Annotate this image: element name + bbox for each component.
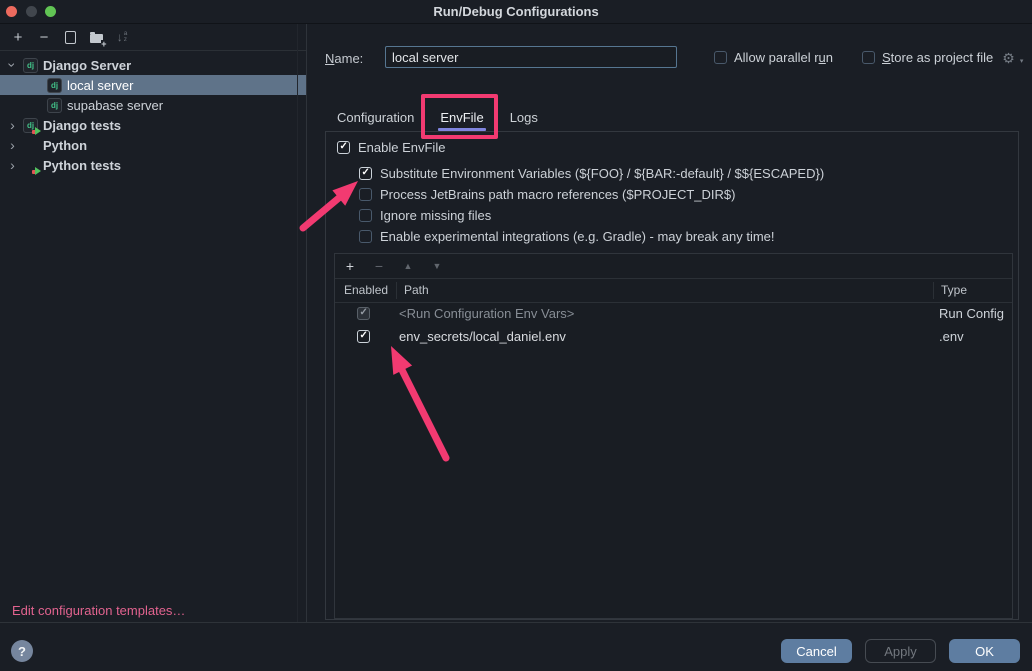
- configurations-tree: › dj Django Server dj local server dj su…: [0, 51, 306, 175]
- remove-configuration-button[interactable]: −: [31, 27, 57, 47]
- configuration-editor: Name: Allow parallel run Store as projec…: [307, 23, 1032, 622]
- gear-caret-icon: ▾: [1020, 57, 1024, 65]
- name-label: Name:: [325, 51, 363, 66]
- zoom-window-button[interactable]: [45, 6, 56, 17]
- tab-logs[interactable]: Logs: [508, 104, 540, 131]
- django-icon: dj: [47, 98, 62, 113]
- window-title: Run/Debug Configurations: [433, 4, 598, 19]
- store-as-project-file-checkbox[interactable]: [862, 51, 875, 64]
- chevron-right-icon[interactable]: ›: [6, 117, 19, 133]
- tree-item-python[interactable]: › Python: [0, 135, 306, 155]
- column-header-enabled: Enabled: [344, 283, 388, 297]
- gear-icon[interactable]: ⚙: [1002, 51, 1015, 65]
- new-folder-icon: +: [90, 34, 103, 43]
- column-header-path: Path: [404, 283, 429, 297]
- process-path-macros-option: Process JetBrains path macro references …: [359, 187, 735, 202]
- tab-envfile[interactable]: EnvFile: [438, 104, 485, 131]
- add-env-file-button[interactable]: +: [343, 259, 357, 273]
- tree-item-django-server[interactable]: › dj Django Server: [0, 55, 306, 75]
- table-row-env-secrets-file[interactable]: env_secrets/local_daniel.env .env: [335, 325, 1012, 348]
- table-row-run-config-env-vars[interactable]: <Run Configuration Env Vars> Run Config: [335, 302, 1012, 325]
- title-bar: Run/Debug Configurations: [0, 0, 1032, 24]
- config-tabs: Configuration EnvFile Logs: [335, 104, 540, 131]
- help-button[interactable]: ?: [11, 640, 33, 662]
- enable-envfile-checkbox[interactable]: [337, 141, 350, 154]
- allow-parallel-run-checkbox[interactable]: [714, 51, 727, 64]
- edit-configuration-templates-link[interactable]: Edit configuration templates…: [12, 603, 185, 618]
- enable-envfile-option: Enable EnvFile: [337, 140, 445, 155]
- ok-button[interactable]: OK: [949, 639, 1020, 663]
- env-files-table: + − ▲ ▼ Enabled Path Type <Run Configura…: [334, 253, 1013, 619]
- chevron-down-icon[interactable]: ›: [6, 57, 19, 73]
- copy-icon: [65, 31, 76, 44]
- column-header-type: Type: [941, 283, 967, 297]
- chevron-right-icon[interactable]: ›: [6, 157, 19, 173]
- django-icon: dj: [47, 78, 62, 93]
- sidebar-toolbar: + − + ↓ az: [0, 24, 306, 51]
- row-enabled-checkbox: [357, 307, 370, 320]
- experimental-integrations-checkbox[interactable]: [359, 230, 372, 243]
- allow-parallel-run-label: Allow parallel run: [734, 50, 833, 65]
- env-files-table-header: Enabled Path Type: [335, 279, 1012, 303]
- row-enabled-checkbox[interactable]: [357, 330, 370, 343]
- cancel-button[interactable]: Cancel: [781, 639, 852, 663]
- sort-az-icon: ↓ az: [117, 30, 128, 44]
- ignore-missing-files-option: Ignore missing files: [359, 208, 491, 223]
- apply-button[interactable]: Apply: [865, 639, 936, 663]
- python-test-icon: [23, 158, 38, 173]
- store-as-project-file-label: Store as project file: [882, 50, 993, 65]
- ignore-missing-files-checkbox[interactable]: [359, 209, 372, 222]
- allow-parallel-run-option: Allow parallel run: [714, 50, 833, 65]
- dialog-button-bar: ? Cancel Apply OK: [0, 622, 1032, 671]
- close-window-button[interactable]: [6, 6, 17, 17]
- tree-item-local-server[interactable]: dj local server: [0, 75, 306, 95]
- chevron-right-icon[interactable]: ›: [6, 137, 19, 153]
- configurations-sidebar: + − + ↓ az › dj Django Server dj local s…: [0, 24, 307, 622]
- envfile-tab-panel: Enable EnvFile Substitute Environment Va…: [325, 131, 1019, 620]
- python-icon: [23, 138, 38, 153]
- tree-item-python-tests[interactable]: › Python tests: [0, 155, 306, 175]
- env-files-toolbar: + − ▲ ▼: [335, 254, 1012, 279]
- tree-item-django-tests[interactable]: › dj Django tests: [0, 115, 306, 135]
- minimize-window-button[interactable]: [26, 6, 37, 17]
- experimental-integrations-option: Enable experimental integrations (e.g. G…: [359, 229, 775, 244]
- add-configuration-button[interactable]: +: [5, 27, 31, 47]
- tab-configuration[interactable]: Configuration: [335, 104, 416, 131]
- new-folder-button[interactable]: +: [83, 27, 109, 47]
- move-down-button[interactable]: ▼: [430, 262, 444, 271]
- process-path-macros-checkbox[interactable]: [359, 188, 372, 201]
- move-up-button[interactable]: ▲: [401, 262, 415, 271]
- remove-env-file-button[interactable]: −: [372, 259, 386, 273]
- sort-configurations-button[interactable]: ↓ az: [109, 27, 135, 47]
- store-as-project-file-option: Store as project file ⚙ ▾: [862, 50, 1023, 65]
- tree-item-supabase-server[interactable]: dj supabase server: [0, 95, 306, 115]
- substitute-env-vars-checkbox[interactable]: [359, 167, 372, 180]
- name-input[interactable]: [385, 46, 677, 68]
- copy-configuration-button[interactable]: [57, 27, 83, 47]
- django-icon: dj: [23, 58, 38, 73]
- django-test-icon: dj: [23, 118, 38, 133]
- substitute-env-vars-option: Substitute Environment Variables (${FOO}…: [359, 166, 824, 181]
